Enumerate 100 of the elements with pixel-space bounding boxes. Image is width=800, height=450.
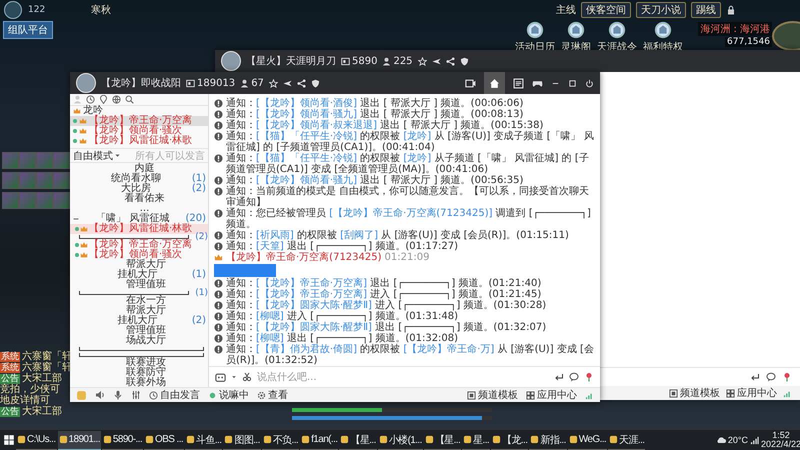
channel-name[interactable]: 帮派大厅	[84, 260, 208, 270]
notice-icon	[214, 154, 223, 162]
plane-icon[interactable]	[282, 78, 292, 88]
start-icon[interactable]	[3, 434, 15, 446]
document-icon[interactable]	[513, 78, 524, 88]
taskbar-item[interactable]: OBS ...	[144, 430, 184, 450]
channel-name[interactable]: 联赛防守	[84, 368, 208, 378]
caret-icon[interactable]	[231, 374, 237, 380]
taskbar-item[interactable]: 斗鱼...	[185, 430, 222, 450]
lock-icon[interactable]	[726, 5, 736, 15]
member-row[interactable]: 【龙吟】帝王命·万空离	[70, 240, 208, 250]
taskbar-item[interactable]: f1an(...	[300, 430, 338, 450]
channel-name[interactable]: 统尚看水聊	[81, 174, 191, 184]
hud-button[interactable]: 天刀小说	[636, 2, 686, 18]
signal-icon	[783, 388, 792, 398]
emoji-icon[interactable]	[215, 372, 226, 382]
hud-button[interactable]: 踢线	[691, 2, 721, 18]
channel-name[interactable]: 内庭	[81, 164, 208, 174]
taskbar-item[interactable]: 18901...	[58, 430, 101, 450]
shield-icon[interactable]	[310, 78, 320, 88]
badge-icon[interactable]	[608, 21, 626, 39]
search-icon[interactable]	[125, 95, 134, 104]
channel-name[interactable]: 联赛进攻	[84, 358, 208, 368]
channel-name[interactable]: 场战大厅	[84, 336, 208, 346]
message-input[interactable]: 说点什么吧...	[257, 369, 549, 385]
channel-name[interactable]: 「啸」 风雷征城	[81, 214, 184, 224]
pin-icon[interactable]	[99, 95, 108, 104]
chat-bubble-icon[interactable]	[569, 372, 579, 382]
badge-icon[interactable]	[567, 21, 585, 39]
channel-name[interactable]: 管理值班	[84, 326, 208, 336]
taskbar-item[interactable]: 【星...	[339, 430, 377, 450]
template-button[interactable]: 频道模板	[680, 386, 720, 400]
chat-bubble-icon[interactable]	[766, 372, 776, 382]
taskbar-item[interactable]: 【龙...	[491, 430, 528, 450]
scissors-icon[interactable]	[242, 372, 252, 382]
app-icon	[224, 435, 234, 444]
rose-icon[interactable]	[782, 372, 792, 382]
rose-icon[interactable]	[584, 372, 594, 382]
team-platform-button[interactable]: 组队平台	[3, 21, 53, 39]
user-row[interactable]: 龙吟	[70, 106, 208, 116]
hud-button[interactable]: 侠客空间	[581, 2, 631, 18]
channel-name[interactable]: 帮派大厅	[84, 306, 208, 316]
taskbar-item[interactable]: 图图...	[223, 430, 261, 450]
taskbar-item[interactable]: 新指...	[529, 430, 567, 450]
channel-tag: 系统	[0, 352, 20, 362]
microphone-icon[interactable]	[113, 390, 123, 400]
taskbar-item[interactable]: 星...	[462, 430, 490, 450]
channel-name[interactable]: ...	[81, 204, 208, 214]
enter-icon[interactable]	[750, 372, 760, 382]
enter-icon[interactable]	[554, 372, 564, 382]
channel-tag: 系统	[0, 363, 20, 373]
mic-state: 说嘛中	[219, 388, 249, 402]
taskbar-item[interactable]: C:\Us...	[16, 430, 57, 450]
taskbar-item[interactable]: 天涯...	[608, 430, 646, 450]
maximize-icon[interactable]	[568, 78, 577, 88]
speak-mode-button[interactable]: 自由发言	[160, 388, 200, 402]
video-icon[interactable]	[465, 78, 476, 88]
shield-icon[interactable]	[460, 56, 469, 66]
template-icon	[467, 390, 476, 400]
channel-name[interactable]: 挂机大厅	[84, 316, 191, 326]
member-row[interactable]: 【龙吟】领尚看·骚次	[70, 250, 208, 260]
home-icon	[489, 78, 500, 88]
globe-icon[interactable]	[112, 95, 121, 104]
plane-icon[interactable]	[432, 56, 441, 66]
sender-name[interactable]: 【龙吟】帝王命·万空离(7123425)	[226, 252, 382, 263]
notice-text: 通知：[【龙吟】领尚看·骚九] 退出 [ 帮派大厅 ] 频道。(00:08:13)	[226, 109, 524, 120]
channel-name[interactable]: 看看佑来	[81, 194, 208, 204]
app-center-button[interactable]: 应用中心	[737, 386, 777, 400]
channel-name[interactable]: 大比房	[81, 184, 191, 194]
main-quest-label[interactable]: 主线	[556, 3, 576, 17]
message-time: 01:21:09	[384, 252, 430, 263]
share-icon[interactable]	[296, 78, 306, 88]
taskbar-item[interactable]: 【星...	[424, 430, 462, 450]
channel-name[interactable]: 在水一方	[84, 296, 208, 306]
mode-dropdown[interactable]: 自由模式	[73, 148, 121, 162]
user-row[interactable]: 【龙吟】风雷征城·林歌	[70, 136, 208, 146]
app-center-button[interactable]: 应用中心	[537, 388, 577, 402]
badge-icon[interactable]	[654, 21, 672, 39]
taskbar-item[interactable]: 不负...	[262, 430, 300, 450]
user-name: 【龙吟】帝王命·万空离	[89, 116, 192, 126]
taskbar-item[interactable]: 5890-...	[102, 430, 144, 450]
clock-icon[interactable]	[86, 95, 95, 104]
star-icon[interactable]	[418, 56, 427, 66]
badge-icon[interactable]	[526, 21, 544, 39]
view-button[interactable]: 查看	[268, 388, 288, 402]
wifi-icon[interactable]	[750, 436, 759, 444]
taskbar-item[interactable]: 小楼(1...	[378, 430, 423, 450]
share-icon[interactable]	[446, 56, 455, 66]
user-name: 【龙吟】风雷征城·林歌	[89, 136, 192, 146]
speaker-icon[interactable]	[95, 390, 105, 400]
taskbar-item[interactable]: WeG...	[568, 430, 608, 450]
star-icon[interactable]	[268, 78, 278, 88]
template-button[interactable]: 频道模板	[478, 388, 518, 402]
sliders-icon[interactable]	[131, 390, 141, 400]
user-row[interactable]: 【龙吟】领尚看·骚次	[70, 126, 208, 136]
channel-name[interactable]: 联赛外场	[84, 378, 208, 387]
home-tab[interactable]	[484, 72, 505, 94]
channel-name[interactable]: 挂机大厅	[84, 270, 191, 280]
power-icon[interactable]	[585, 78, 594, 88]
app-icon	[262, 435, 272, 444]
